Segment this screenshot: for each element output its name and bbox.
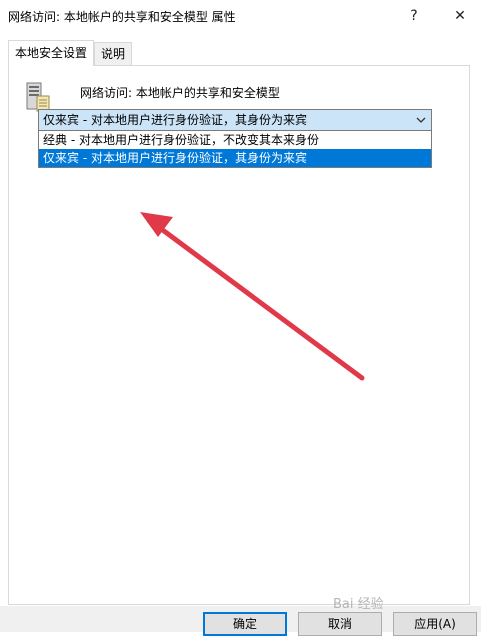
sharing-model-select[interactable]: 仅来宾 - 对本地用户进行身份验证，其身份为来宾: [38, 109, 432, 131]
help-button[interactable]: ?: [396, 4, 432, 28]
tab-local-security-setting[interactable]: 本地安全设置: [8, 40, 95, 66]
window-title: 网络访问: 本地帐户的共享和安全模型 属性: [8, 10, 236, 24]
chevron-down-icon[interactable]: [414, 110, 428, 130]
select-value: 仅来宾 - 对本地用户进行身份验证，其身份为来宾: [43, 113, 307, 127]
policy-title: 网络访问: 本地帐户的共享和安全模型: [80, 86, 280, 100]
apply-button[interactable]: 应用(A): [393, 612, 477, 636]
option-guest-only[interactable]: 仅来宾 - 对本地用户进行身份验证，其身份为来宾: [39, 149, 431, 167]
title-bar: 网络访问: 本地帐户的共享和安全模型 属性 ? ✕: [0, 0, 481, 32]
close-button[interactable]: ✕: [442, 4, 478, 28]
ok-button[interactable]: 确定: [203, 612, 287, 636]
sharing-model-dropdown: 经典 - 对本地用户进行身份验证，不改变其本来身份 仅来宾 - 对本地用户进行身…: [38, 130, 432, 168]
watermark: Bai 经验: [333, 597, 384, 612]
cancel-button[interactable]: 取消: [298, 612, 382, 636]
option-classic[interactable]: 经典 - 对本地用户进行身份验证，不改变其本来身份: [39, 131, 431, 149]
tab-explain[interactable]: 说明: [94, 42, 133, 65]
